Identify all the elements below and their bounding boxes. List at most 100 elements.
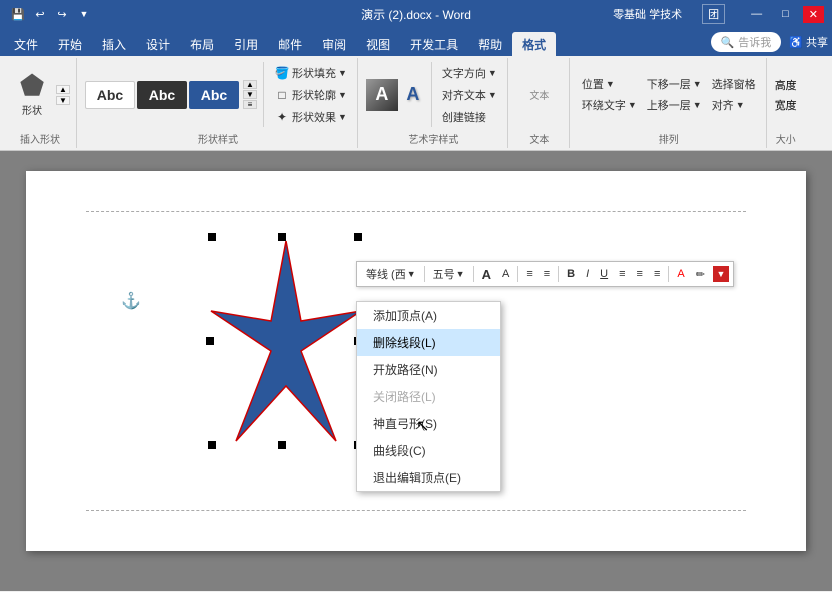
style-scroll-more[interactable]: ≡ <box>243 100 257 109</box>
undo-button[interactable]: ↩ <box>30 4 50 24</box>
ctx-close-path: 关闭路径(L) <box>357 383 500 410</box>
effects-label: 形状效果 <box>292 109 336 125</box>
tab-start[interactable]: 开始 <box>48 32 92 56</box>
font-size-dropdown[interactable]: ▼ <box>456 269 465 279</box>
bold-button[interactable]: B <box>562 266 580 282</box>
quick-access-toolbar: 💾 ↩ ↪ ▼ <box>8 4 94 24</box>
tab-insert[interactable]: 插入 <box>92 32 136 56</box>
ctx-exit-edit[interactable]: 退出编辑顶点(E) <box>357 464 500 491</box>
toolbar-divider-3 <box>517 266 518 282</box>
style-sample-3[interactable]: Abc <box>189 81 239 109</box>
ctx-open-path[interactable]: 开放路径(N) <box>357 356 500 383</box>
tab-design[interactable]: 设计 <box>136 32 180 56</box>
effects-dropdown[interactable]: ▼ <box>338 112 347 122</box>
save-button[interactable]: 💾 <box>8 4 28 24</box>
close-button[interactable]: ✕ <box>803 6 824 23</box>
font-name-selector[interactable]: 等线 (西 ▼ <box>361 264 421 284</box>
tab-review[interactable]: 审阅 <box>312 32 356 56</box>
mini-toolbar: 等线 (西 ▼ 五号 ▼ A A ≡ ≡ B I U ≡ ≡ ≡ A ✏ <box>356 261 734 287</box>
position-button[interactable]: 位置 ▼ <box>578 74 641 94</box>
ctx-straight-curve[interactable]: 神直弓形(S) <box>357 410 500 437</box>
text-align-label: 对齐文本 <box>442 87 486 103</box>
ribbon-content: ⬟ 形状 ▲ ▼ 插入形状 Abc Abc Abc ▲ ▼ ≡ <box>0 56 832 151</box>
text-align-dropdown[interactable]: ▼ <box>488 90 497 100</box>
arrange-buttons-right: 下移一层 ▼ 上移一层 ▼ <box>643 74 706 115</box>
search-box[interactable]: 🔍 告诉我 <box>711 32 782 52</box>
scroll-up[interactable]: ▲ <box>56 85 70 94</box>
underline-button[interactable]: U <box>595 266 613 282</box>
font-color-button[interactable]: A <box>672 266 689 282</box>
bring-forward-dropdown[interactable]: ▼ <box>693 100 702 110</box>
minimize-button[interactable]: — <box>745 6 768 22</box>
separator-1 <box>263 62 264 127</box>
selection-pane-button[interactable]: 选择窗格 <box>708 74 760 94</box>
wordart-sample-a2[interactable]: A <box>401 83 425 107</box>
style-scroll-down[interactable]: ▼ <box>243 90 257 99</box>
effects-icon: ✦ <box>274 110 290 124</box>
insert-shape-button[interactable]: ⬟ 形状 <box>10 68 54 121</box>
align-center-button[interactable]: ≡ <box>632 266 648 282</box>
align-right-button[interactable]: ≡ <box>649 266 665 282</box>
maximize-button[interactable]: □ <box>776 6 795 22</box>
customize-qa-button[interactable]: ▼ <box>74 4 94 24</box>
style-scroll-up[interactable]: ▲ <box>243 80 257 89</box>
font-size-selector[interactable]: 五号 ▼ <box>428 264 470 284</box>
shape-label: 形状 <box>22 102 42 117</box>
wrap-dropdown[interactable]: ▼ <box>628 100 637 110</box>
text-placeholder: 文本 <box>529 87 549 102</box>
red-indicator: ▼ <box>713 266 729 282</box>
selection-pane-label: 选择窗格 <box>712 76 756 92</box>
send-back-button[interactable]: 下移一层 ▼ <box>643 74 706 94</box>
fill-dropdown[interactable]: ▼ <box>338 68 347 78</box>
text-align-button[interactable]: 对齐文本 ▼ <box>438 85 501 105</box>
shape-outline-button[interactable]: □ 形状轮廓 ▼ <box>270 85 351 105</box>
scroll-down[interactable]: ▼ <box>56 96 70 105</box>
height-label: 高度 <box>775 77 797 93</box>
create-link-button[interactable]: 创建链接 <box>438 107 501 127</box>
increase-font-button[interactable]: A <box>477 265 496 284</box>
wrap-text-button[interactable]: 环绕文字 ▼ <box>578 95 641 115</box>
shape-effects-button[interactable]: ✦ 形状效果 ▼ <box>270 107 351 127</box>
outline-dropdown[interactable]: ▼ <box>338 90 347 100</box>
shape-fill-button[interactable]: 🪣 形状填充 ▼ <box>270 63 351 83</box>
share-button[interactable]: ♿ 共享 <box>789 34 828 50</box>
shape-container[interactable] <box>206 231 366 431</box>
align-button[interactable]: 对齐 ▼ <box>708 95 760 115</box>
bring-forward-button[interactable]: 上移一层 ▼ <box>643 95 706 115</box>
help-link[interactable]: 零基础 学技术 <box>613 6 682 22</box>
fill-label: 形状填充 <box>292 65 336 81</box>
text-direction-dropdown[interactable]: ▼ <box>488 68 497 78</box>
style-sample-1[interactable]: Abc <box>85 81 135 109</box>
align-left-button[interactable]: ≡ <box>614 266 630 282</box>
tab-help[interactable]: 帮助 <box>468 32 512 56</box>
indent-button[interactable]: ≡ <box>521 266 537 282</box>
ctx-delete-segment[interactable]: 删除线段(L) <box>357 329 500 356</box>
ctx-curved-segment[interactable]: 曲线段(C) <box>357 437 500 464</box>
window-title: 演示 (2).docx - Word <box>361 6 471 23</box>
highlight-button[interactable]: ✏ <box>691 266 710 283</box>
text-direction-button[interactable]: 文字方向 ▼ <box>438 63 501 83</box>
wordart-samples: A A <box>366 79 425 111</box>
align-dropdown[interactable]: ▼ <box>736 100 745 110</box>
tab-developer[interactable]: 开发工具 <box>400 32 468 56</box>
tab-file[interactable]: 文件 <box>4 32 48 56</box>
tab-mailing[interactable]: 邮件 <box>268 32 312 56</box>
send-back-dropdown[interactable]: ▼ <box>693 79 702 89</box>
tab-view[interactable]: 视图 <box>356 32 400 56</box>
tab-layout[interactable]: 布局 <box>180 32 224 56</box>
position-dropdown[interactable]: ▼ <box>606 79 615 89</box>
ctx-add-vertex[interactable]: 添加顶点(A) <box>357 302 500 329</box>
tab-references[interactable]: 引用 <box>224 32 268 56</box>
toolbar-divider-4 <box>558 266 559 282</box>
tab-format[interactable]: 格式 <box>512 32 556 56</box>
redo-button[interactable]: ↪ <box>52 4 72 24</box>
layout-button[interactable]: 团 <box>702 4 725 24</box>
italic-button[interactable]: I <box>581 266 594 282</box>
style-row: Abc Abc Abc <box>85 81 239 109</box>
wordart-sample-a[interactable]: A <box>366 79 398 111</box>
decrease-font-button[interactable]: A <box>497 266 514 282</box>
style-sample-2[interactable]: Abc <box>137 81 187 109</box>
font-name-dropdown[interactable]: ▼ <box>407 269 416 279</box>
outdent-button[interactable]: ≡ <box>539 266 555 282</box>
outline-icon: □ <box>274 88 290 102</box>
